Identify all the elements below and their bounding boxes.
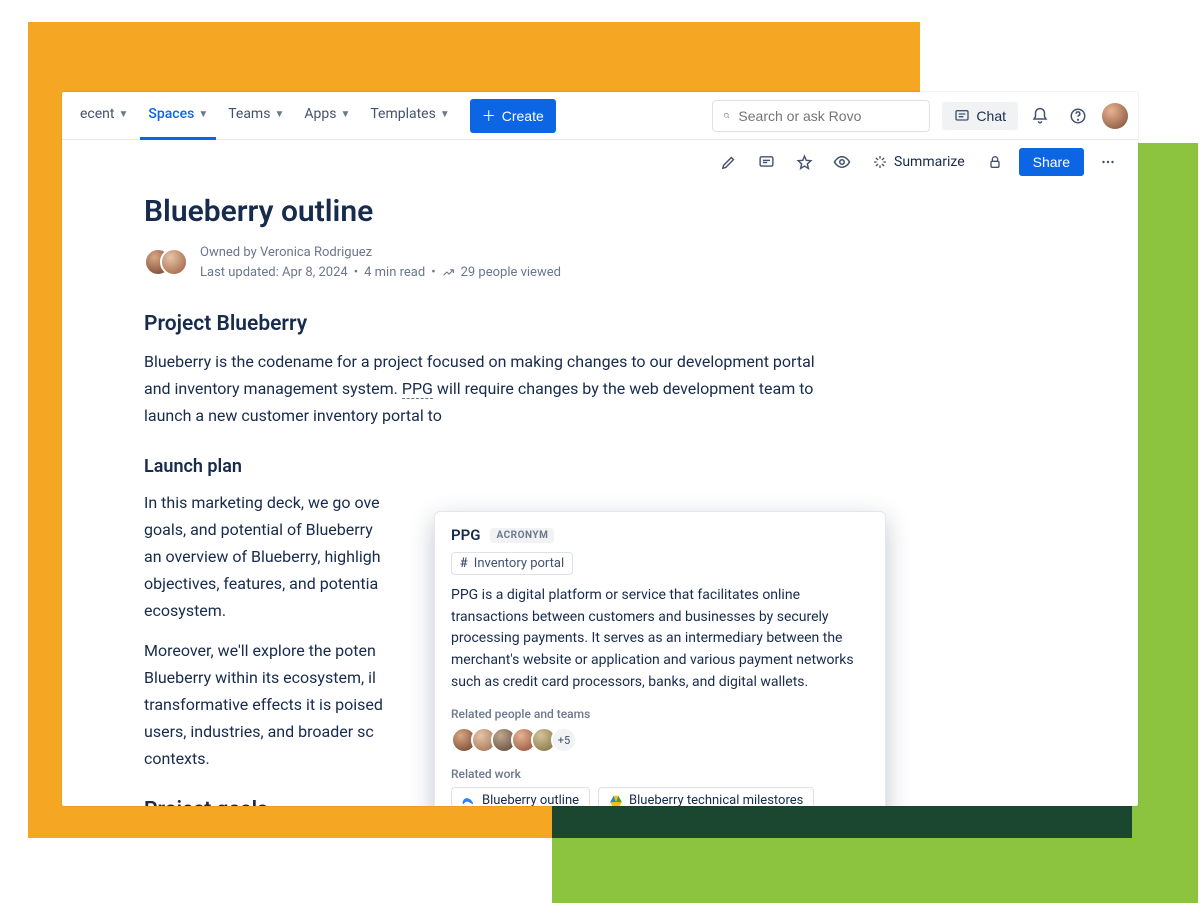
related-work-label: Blueberry outline	[482, 793, 579, 806]
restrictions-button[interactable]	[981, 148, 1009, 176]
comment-button[interactable]	[752, 148, 780, 176]
section-heading: Project Blueberry	[144, 312, 1056, 336]
nav-spaces-label: Spaces	[148, 106, 194, 122]
hash-icon: #	[460, 556, 468, 571]
confluence-icon	[462, 794, 476, 806]
search-icon	[723, 108, 730, 123]
last-updated-text: Last updated: Apr 8, 2024	[200, 263, 348, 283]
nav-templates[interactable]: Templates ▼	[362, 100, 457, 131]
chevron-down-icon: ▼	[198, 109, 208, 120]
paragraph: Blueberry is the codename for a project …	[144, 348, 840, 430]
related-work-heading: Related work	[451, 767, 869, 781]
nav-apps-label: Apps	[304, 106, 336, 122]
popover-term: PPG	[451, 526, 480, 544]
chevron-down-icon: ▼	[440, 109, 450, 120]
chevron-down-icon: ▼	[340, 109, 350, 120]
star-icon	[796, 154, 813, 171]
owner-text: Owned by Veronica Rodriguez	[200, 243, 561, 263]
help-button[interactable]	[1062, 100, 1094, 132]
related-work-item[interactable]: Blueberry technical milestores	[598, 787, 814, 806]
chevron-down-icon: ▼	[119, 109, 129, 120]
related-work-label: Blueberry technical milestores	[629, 793, 803, 806]
acronym-link[interactable]: PPG	[402, 379, 433, 399]
create-label: Create	[502, 108, 544, 124]
comment-icon	[758, 154, 775, 171]
related-tag[interactable]: # Inventory portal	[451, 552, 573, 575]
related-work-item[interactable]: Blueberry outline	[451, 787, 590, 806]
popover-description: PPG is a digital platform or service tha…	[451, 585, 869, 693]
nav-recent-label: ecent	[80, 106, 115, 122]
top-nav: ecent ▼ Spaces ▼ Teams ▼ Apps ▼ Template…	[62, 92, 1138, 140]
read-time-text: 4 min read	[364, 263, 425, 283]
share-button[interactable]: Share	[1019, 148, 1084, 176]
chat-button[interactable]: Chat	[942, 102, 1018, 130]
avatar	[160, 248, 188, 276]
paragraph: Moreover, we'll explore the poten Bluebe…	[144, 637, 394, 773]
related-people-heading: Related people and teams	[451, 707, 869, 721]
plus-icon: ＋	[482, 106, 496, 126]
tag-label: Inventory portal	[474, 556, 564, 571]
app-window: ecent ▼ Spaces ▼ Teams ▼ Apps ▼ Template…	[62, 92, 1138, 806]
search-input[interactable]	[738, 108, 919, 124]
bell-icon	[1031, 107, 1049, 125]
chat-label: Chat	[976, 108, 1006, 124]
related-people[interactable]: +5	[451, 727, 869, 753]
nav-spaces[interactable]: Spaces ▼	[140, 92, 216, 140]
drive-icon	[609, 794, 623, 806]
more-people-count[interactable]: +5	[551, 727, 577, 753]
pencil-icon	[720, 154, 737, 171]
page-title: Blueberry outline	[144, 194, 1056, 229]
views-text: 29 people viewed	[461, 263, 561, 283]
edit-button[interactable]	[714, 148, 742, 176]
chevron-down-icon: ▼	[274, 109, 284, 120]
help-icon	[1069, 107, 1087, 125]
summarize-button[interactable]: Summarize	[866, 150, 971, 174]
notifications-button[interactable]	[1024, 100, 1056, 132]
profile-avatar[interactable]	[1102, 103, 1128, 129]
nav-apps[interactable]: Apps ▼	[296, 100, 358, 131]
create-button[interactable]: ＋ Create	[470, 99, 556, 133]
nav-teams-label: Teams	[228, 106, 270, 122]
acronym-badge: ACRONYM	[490, 528, 554, 543]
more-icon	[1099, 153, 1117, 171]
nav-templates-label: Templates	[370, 106, 436, 122]
chat-icon	[954, 108, 970, 124]
page-toolbar: Summarize Share	[62, 140, 1138, 184]
summarize-label: Summarize	[894, 154, 965, 170]
analytics-icon	[442, 266, 455, 279]
definition-popover: PPG ACRONYM # Inventory portal PPG is a …	[434, 511, 886, 806]
search-box[interactable]	[712, 100, 930, 132]
page-byline: Owned by Veronica Rodriguez Last updated…	[144, 243, 1056, 282]
eye-icon	[833, 153, 851, 171]
watch-button[interactable]	[828, 148, 856, 176]
section-subheading: Launch plan	[144, 456, 1056, 477]
nav-recent[interactable]: ecent ▼	[72, 100, 136, 131]
sparkle-icon	[872, 154, 888, 170]
lock-icon	[987, 154, 1003, 170]
star-button[interactable]	[790, 148, 818, 176]
more-actions-button[interactable]	[1094, 148, 1122, 176]
author-avatars	[144, 248, 188, 278]
paragraph: In this marketing deck, we go ove goals,…	[144, 489, 394, 625]
nav-teams[interactable]: Teams ▼	[220, 100, 292, 131]
